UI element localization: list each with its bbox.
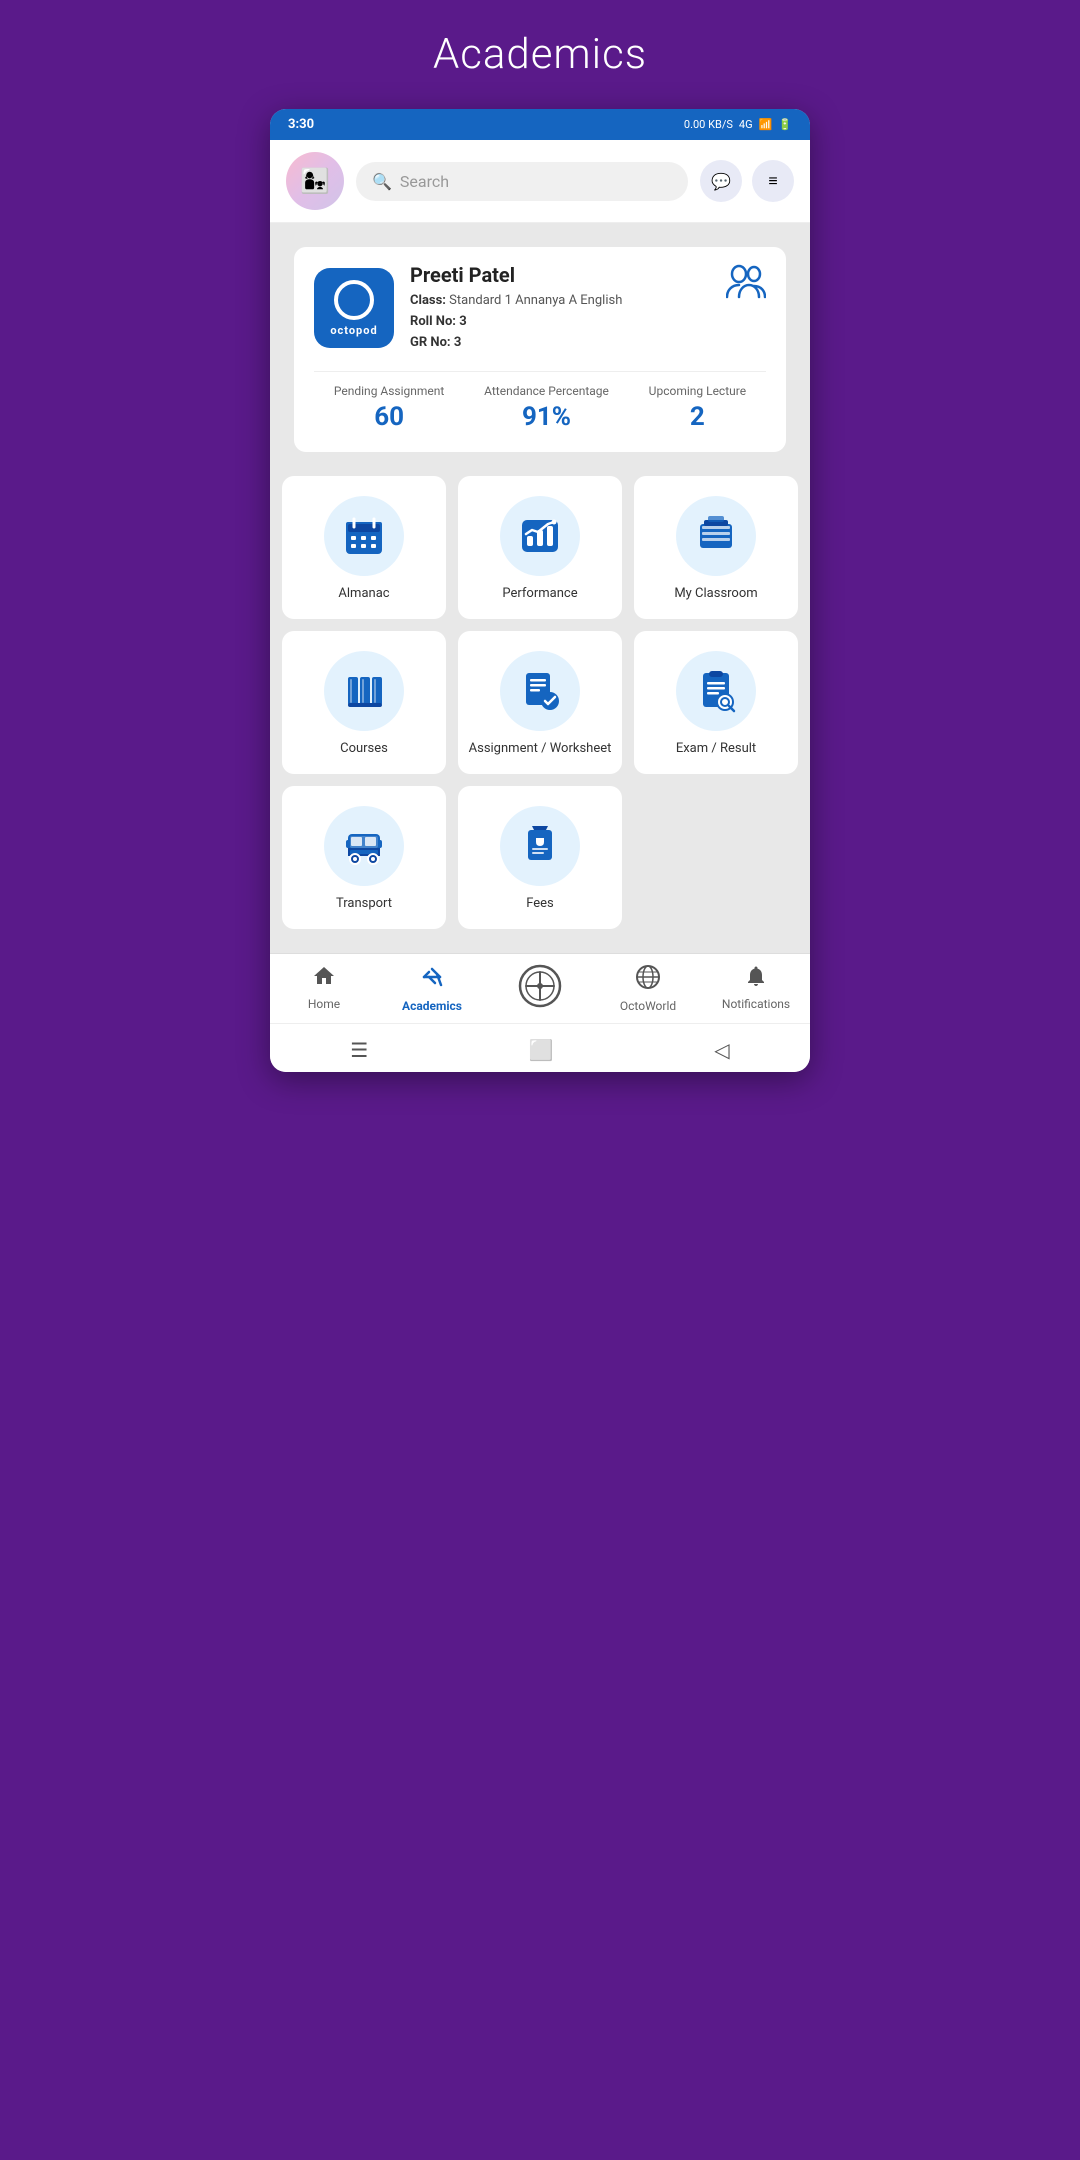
profile-info-row: octopod Preeti Patel Class: Standard 1 A… — [314, 263, 622, 353]
grid-item-almanac[interactable]: Almanac — [282, 476, 446, 619]
nav-home-label: Home — [308, 997, 340, 1011]
network-type: 4G — [739, 118, 753, 131]
performance-label: Performance — [502, 586, 577, 603]
nav-item-notifications[interactable]: Notifications — [716, 964, 796, 1017]
grid-placeholder — [634, 786, 798, 929]
grid-row-1: Almanac Performance — [282, 476, 798, 619]
profile-gr: GR No: 3 — [410, 333, 622, 354]
attendance-value: 91% — [484, 402, 609, 432]
search-placeholder: Search — [400, 172, 449, 191]
grid-item-my-classroom[interactable]: My Classroom — [634, 476, 798, 619]
grid-item-transport[interactable]: Transport — [282, 786, 446, 929]
upcoming-label: Upcoming Lecture — [649, 384, 746, 398]
octoworld-icon — [635, 964, 661, 996]
grid-item-courses[interactable]: Courses — [282, 631, 446, 774]
grid-item-performance[interactable]: Performance — [458, 476, 622, 619]
network-speed: 0.00 KB/S — [684, 118, 733, 131]
almanac-icon-circle — [324, 496, 404, 576]
octoplus-icon — [518, 964, 562, 1014]
bottom-nav: Home Academics — [270, 953, 810, 1023]
search-icon: 🔍 — [372, 172, 392, 191]
nav-item-home[interactable]: Home — [284, 964, 364, 1017]
status-time: 3:30 — [288, 117, 314, 132]
phone-frame: 3:30 0.00 KB/S 4G 📶 🔋 👩‍👧 🔍 Search 💬 ≡ — [270, 109, 810, 1072]
grid-item-assignment-worksheet[interactable]: Assignment / Worksheet — [458, 631, 622, 774]
assignment-icon-circle — [500, 651, 580, 731]
nav-notifications-label: Notifications — [722, 997, 790, 1011]
nav-octoworld-label: OctoWorld — [620, 999, 676, 1013]
status-bar: 3:30 0.00 KB/S 4G 📶 🔋 — [270, 109, 810, 140]
my-classroom-label: My Classroom — [674, 586, 757, 603]
octopod-text: octopod — [330, 324, 377, 337]
system-back-button[interactable]: ◁ — [714, 1038, 729, 1062]
chat-icon: 💬 — [711, 172, 731, 191]
fees-label: Fees — [526, 896, 554, 913]
stats-row: Pending Assignment 60 Attendance Percent… — [314, 371, 766, 432]
top-header: 👩‍👧 🔍 Search 💬 ≡ — [270, 140, 810, 223]
transport-icon-circle — [324, 806, 404, 886]
my-classroom-icon-circle — [676, 496, 756, 576]
pending-label: Pending Assignment — [334, 384, 444, 398]
upcoming-value: 2 — [649, 402, 746, 432]
stat-upcoming: Upcoming Lecture 2 — [649, 384, 746, 432]
search-bar[interactable]: 🔍 Search — [356, 162, 688, 201]
profile-card: octopod Preeti Patel Class: Standard 1 A… — [294, 247, 786, 452]
performance-icon-circle — [500, 496, 580, 576]
profile-name: Preeti Patel — [410, 263, 622, 287]
grid-row-3: Transport Fees — [282, 786, 798, 929]
grid-section: Almanac Performance — [270, 464, 810, 953]
avatar-image: 👩‍👧 — [286, 152, 344, 210]
nav-item-academics[interactable]: Academics — [392, 964, 472, 1017]
menu-button[interactable]: ≡ — [752, 160, 794, 202]
attendance-label: Attendance Percentage — [484, 384, 609, 398]
profile-roll: Roll No: 3 — [410, 312, 622, 333]
assignment-label: Assignment / Worksheet — [469, 741, 612, 758]
chat-button[interactable]: 💬 — [700, 160, 742, 202]
profile-class: Class: Standard 1 Annanya A English — [410, 291, 622, 312]
transport-label: Transport — [336, 896, 392, 913]
stat-pending: Pending Assignment 60 — [334, 384, 444, 432]
notifications-icon — [744, 964, 768, 994]
academics-icon — [419, 964, 445, 996]
status-right: 0.00 KB/S 4G 📶 🔋 — [684, 118, 792, 131]
profile-text: Preeti Patel Class: Standard 1 Annanya A… — [410, 263, 622, 353]
grid-item-exam-result[interactable]: Exam / Result — [634, 631, 798, 774]
courses-icon-circle — [324, 651, 404, 731]
menu-icon: ≡ — [768, 171, 777, 191]
nav-item-octoplus[interactable] — [500, 964, 580, 1017]
header-icons: 💬 ≡ — [700, 160, 794, 202]
page-title: Academics — [433, 30, 647, 79]
system-home-button[interactable]: ⬜ — [529, 1038, 554, 1062]
grid-item-fees[interactable]: Fees — [458, 786, 622, 929]
grid-row-2: Courses Assignment / Worksheet — [282, 631, 798, 774]
exam-icon-circle — [676, 651, 756, 731]
stat-attendance: Attendance Percentage 91% — [484, 384, 609, 432]
signal-icon: 📶 — [759, 118, 773, 131]
nav-item-octoworld[interactable]: OctoWorld — [608, 964, 688, 1017]
profile-top: octopod Preeti Patel Class: Standard 1 A… — [314, 263, 766, 353]
pending-value: 60 — [334, 402, 444, 432]
nav-academics-label: Academics — [402, 999, 462, 1013]
exam-result-label: Exam / Result — [676, 741, 756, 758]
octopod-circle — [334, 280, 374, 320]
home-icon — [312, 964, 336, 994]
courses-label: Courses — [340, 741, 388, 758]
fees-icon-circle — [500, 806, 580, 886]
battery-icon: 🔋 — [778, 118, 792, 131]
almanac-label: Almanac — [338, 586, 389, 603]
octopod-logo: octopod — [314, 268, 394, 348]
system-menu-button[interactable]: ☰ — [350, 1038, 368, 1062]
avatar[interactable]: 👩‍👧 — [286, 152, 344, 210]
system-nav: ☰ ⬜ ◁ — [270, 1023, 810, 1072]
people-icon — [726, 263, 766, 307]
